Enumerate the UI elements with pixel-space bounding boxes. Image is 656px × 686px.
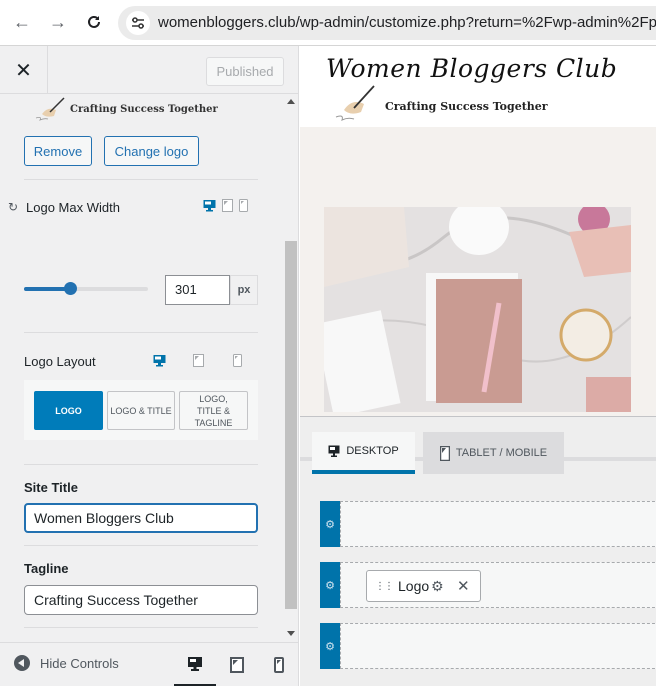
site-info-button[interactable] [126,11,150,35]
back-button[interactable]: ← [10,10,34,34]
row-settings-button[interactable]: ⚙ [320,623,340,669]
row-settings-button[interactable]: ⚙ [320,562,340,608]
panel-header: ✕ Published [0,46,298,94]
gear-icon[interactable]: ⚙ [431,578,444,595]
row-settings-button[interactable]: ⚙ [320,501,340,547]
desk-flatlay-image [324,207,631,412]
builder-item-logo[interactable]: ⋮⋮ Logo ⚙ ✕ [366,570,481,602]
layout-option-logo-title[interactable]: LOGO & TITLE [107,391,175,430]
tagline-input[interactable]: Crafting Success Together [24,585,258,615]
tab-tablet-mobile[interactable]: TABLET / MOBILE [423,432,564,474]
builder-item-label: Logo [398,578,430,594]
browser-toolbar: ← → womenbloggers.club/wp-admin/customiz… [0,0,656,46]
close-customizer-button[interactable]: ✕ [0,46,48,94]
unit-label: px [230,275,258,305]
collapse-icon [14,655,30,671]
logo-layout-options: LOGO LOGO & TITLE LOGO, TITLE & TAGLINE [24,380,258,440]
customizer-panel: ✕ Published Crafting Success Together Re… [0,46,299,686]
scrollbar-thumb[interactable] [285,241,297,609]
slider-fill [24,287,70,291]
gear-icon: ⚙ [325,640,335,653]
desktop-icon [188,656,202,671]
builder-row-bottom: ⚙ [320,623,656,669]
current-logo-preview: Crafting Success Together [34,96,218,122]
desktop-icon [328,445,340,457]
preview-desktop-button[interactable] [174,643,216,686]
forward-button[interactable]: → [46,10,70,34]
close-icon: ✕ [15,59,32,82]
reload-icon [88,15,100,28]
url-text[interactable]: womenbloggers.club/wp-admin/customize.ph… [158,14,656,31]
tablet-icon[interactable] [193,354,204,367]
tagline-label: Tagline [24,561,69,576]
builder-row-top: ⚙ [320,501,656,547]
arrow-right-icon: → [49,11,67,32]
mobile-icon [274,657,284,673]
mobile-icon[interactable] [233,354,242,367]
panel-footer: Hide Controls [0,642,298,686]
logo-width-slider[interactable] [24,282,148,295]
tablet-icon [439,445,450,461]
builder-tabs: DESKTOP TABLET / MOBILE [300,417,656,474]
change-logo-button[interactable]: Change logo [104,136,199,166]
desktop-icon[interactable] [153,354,166,367]
site-title-label: Site Title [24,480,78,495]
hide-controls-label: Hide Controls [40,655,119,671]
tablet-icon [230,657,244,673]
reload-button[interactable] [82,10,106,34]
layout-option-logo-title-tagline[interactable]: LOGO, TITLE & TAGLINE [179,391,248,430]
quill-hand-icon [35,97,65,121]
arrow-left-icon: ← [13,11,31,32]
remove-logo-button[interactable]: Remove [24,136,92,166]
panel-scroll-area: Crafting Success Together Remove Change … [0,95,298,641]
close-icon[interactable]: ✕ [457,577,470,595]
preview-mobile-button[interactable] [258,643,298,686]
tablet-icon[interactable] [222,199,233,212]
drag-handle-icon[interactable]: ⋮⋮ [375,581,394,592]
logo-width-device-switcher [203,199,248,212]
row-drop-zone[interactable]: ⋮⋮ Logo ⚙ ✕ [340,562,656,608]
scroll-down-icon[interactable] [287,631,295,636]
logo-max-width-label: Logo Max Width [26,200,120,215]
gear-icon: ⚙ [325,579,335,592]
preview-tablet-button[interactable] [216,643,258,686]
divider [24,332,258,333]
desktop-icon[interactable] [203,199,216,212]
mobile-icon[interactable] [239,199,248,212]
site-title-input[interactable]: Women Bloggers Club [24,503,258,533]
published-button[interactable]: Published [206,57,284,86]
tab-tablet-mobile-label: TABLET / MOBILE [455,447,548,459]
scroll-up-icon[interactable] [287,99,295,104]
builder-row-main: ⚙ ⋮⋮ Logo ⚙ ✕ [320,562,656,608]
logo-layout-label: Logo Layout [24,354,96,369]
site-preview: Women Bloggers Club Crafting Success Tog… [300,46,656,686]
preview-site-header: Women Bloggers Club Crafting Success Tog… [300,46,656,127]
tune-icon [132,17,144,29]
divider [24,627,258,628]
layout-option-logo[interactable]: LOGO [34,391,103,430]
tab-desktop[interactable]: DESKTOP [312,432,415,474]
divider [24,179,258,180]
header-builder: DESKTOP TABLET / MOBILE ⚙ ⚙ ⋮⋮ Logo ⚙ ✕ [300,416,656,686]
preview-tagline: Crafting Success Together [385,100,548,113]
row-drop-zone[interactable] [340,623,656,669]
hide-controls-button[interactable]: Hide Controls [14,655,119,671]
tab-desktop-label: DESKTOP [346,445,399,457]
address-bar[interactable]: womenbloggers.club/wp-admin/customize.ph… [118,6,656,40]
divider [24,464,258,465]
row-drop-zone[interactable] [340,501,656,547]
logo-width-input[interactable]: 301 [165,275,230,305]
preview-site-title[interactable]: Women Bloggers Club [326,54,617,83]
slider-handle[interactable] [63,282,77,295]
divider [24,545,258,546]
logo-preview-tagline: Crafting Success Together [70,103,218,115]
quill-hand-icon [335,85,375,121]
hero-image[interactable] [324,207,631,412]
reset-icon[interactable]: ↻ [8,200,18,214]
panel-scrollbar[interactable] [284,95,298,641]
gear-icon: ⚙ [325,518,335,531]
